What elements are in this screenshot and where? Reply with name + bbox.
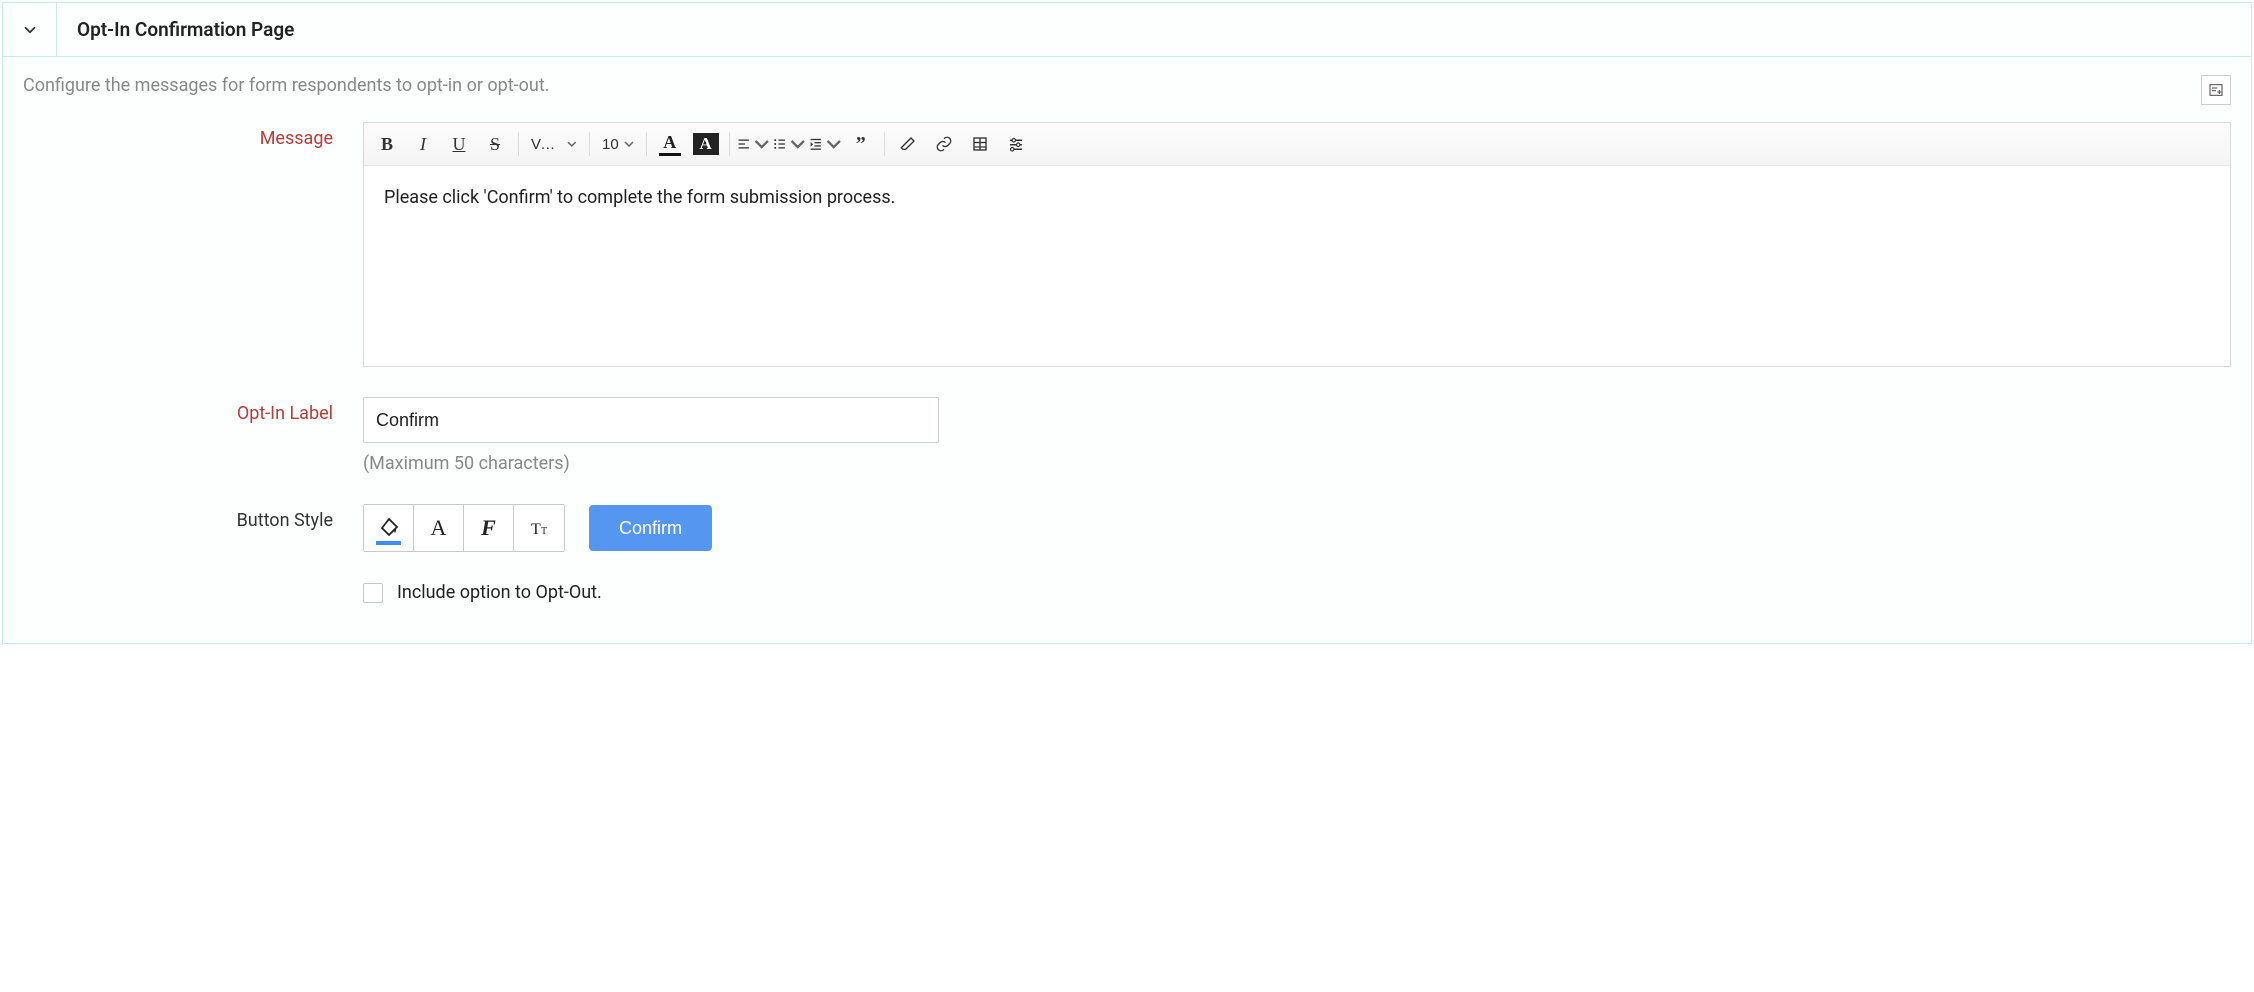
align-button[interactable] bbox=[736, 127, 770, 161]
svg-text:T: T bbox=[531, 521, 541, 538]
rich-text-editor: B I U S Ve… 10 bbox=[363, 122, 2231, 367]
optout-checkbox-label: Include option to Opt-Out. bbox=[397, 582, 602, 603]
text-color-indicator bbox=[659, 153, 681, 156]
font-style-button[interactable]: F bbox=[464, 505, 514, 551]
preview-confirm-button[interactable]: Confirm bbox=[589, 505, 712, 551]
toolbar-separator bbox=[589, 132, 590, 156]
active-indicator bbox=[376, 541, 401, 545]
quote-icon: ” bbox=[856, 133, 866, 156]
panel-title: Opt-In Confirmation Page bbox=[57, 18, 294, 41]
button-style-segmented: A F T T bbox=[363, 504, 565, 552]
chevron-down-icon bbox=[790, 135, 806, 153]
font-size-select[interactable]: 10 bbox=[596, 129, 640, 159]
strikethrough-button[interactable]: S bbox=[478, 127, 512, 161]
font-family-value: Ve… bbox=[531, 136, 562, 153]
button-style-label: Button Style bbox=[23, 504, 363, 531]
toolbar-separator bbox=[646, 132, 647, 156]
chevron-down-icon bbox=[624, 139, 634, 149]
italic-button[interactable]: I bbox=[406, 127, 440, 161]
font-color-button[interactable]: A bbox=[414, 505, 464, 551]
font-family-select[interactable]: Ve… bbox=[525, 129, 583, 159]
chevron-down-icon bbox=[21, 21, 39, 39]
link-icon bbox=[935, 135, 953, 153]
insert-field-button[interactable] bbox=[2201, 75, 2231, 105]
toolbar-separator bbox=[884, 132, 885, 156]
bold-button[interactable]: B bbox=[370, 127, 404, 161]
indent-button[interactable] bbox=[808, 127, 842, 161]
message-label: Message bbox=[23, 122, 363, 149]
eraser-icon bbox=[899, 135, 917, 153]
panel-description: Configure the messages for form responde… bbox=[23, 75, 2231, 96]
options-button[interactable] bbox=[999, 127, 1033, 161]
toolbar-separator bbox=[729, 132, 730, 156]
chevron-down-icon bbox=[826, 135, 842, 153]
toolbar-separator bbox=[518, 132, 519, 156]
paint-bucket-icon bbox=[377, 516, 401, 540]
optout-row: Include option to Opt-Out. bbox=[23, 582, 2231, 603]
text-size-icon: T T bbox=[527, 516, 551, 540]
sliders-icon bbox=[1007, 135, 1025, 153]
table-button[interactable] bbox=[963, 127, 997, 161]
underline-button[interactable]: U bbox=[442, 127, 476, 161]
chevron-down-icon bbox=[567, 139, 577, 149]
blockquote-button[interactable]: ” bbox=[844, 127, 878, 161]
optin-label-label: Opt-In Label bbox=[23, 397, 363, 424]
panel-header: Opt-In Confirmation Page bbox=[3, 3, 2251, 57]
table-icon bbox=[971, 135, 989, 153]
highlight-color-icon: A bbox=[693, 133, 719, 155]
list-button[interactable] bbox=[772, 127, 806, 161]
panel-body: Configure the messages for form responde… bbox=[3, 57, 2251, 643]
spacer bbox=[23, 582, 363, 588]
text-color-icon: A bbox=[663, 133, 676, 151]
optin-label-help: (Maximum 50 characters) bbox=[363, 453, 2231, 474]
font-size-button[interactable]: T T bbox=[514, 505, 564, 551]
indent-icon bbox=[808, 135, 824, 153]
insert-field-icon bbox=[2208, 82, 2224, 98]
highlight-color-button[interactable]: A bbox=[689, 127, 723, 161]
list-icon bbox=[772, 135, 788, 153]
collapse-toggle[interactable] bbox=[3, 3, 57, 57]
optin-confirmation-panel: Opt-In Confirmation Page Configure the m… bbox=[2, 2, 2252, 644]
svg-text:T: T bbox=[541, 526, 547, 537]
align-left-icon bbox=[736, 135, 752, 153]
text-color-button[interactable]: A bbox=[653, 127, 687, 161]
clear-format-button[interactable] bbox=[891, 127, 925, 161]
link-button[interactable] bbox=[927, 127, 961, 161]
optin-label-input[interactable] bbox=[363, 397, 939, 443]
optin-label-row: Opt-In Label (Maximum 50 characters) bbox=[23, 397, 2231, 474]
fill-color-button[interactable] bbox=[364, 505, 414, 551]
optout-checkbox[interactable] bbox=[363, 583, 383, 603]
message-row: Message B I U S Ve… bbox=[23, 122, 2231, 367]
button-style-row: Button Style A F bbox=[23, 504, 2231, 552]
chevron-down-icon bbox=[754, 135, 770, 153]
editor-toolbar: B I U S Ve… 10 bbox=[364, 123, 2230, 166]
message-textarea[interactable]: Please click 'Confirm' to complete the f… bbox=[364, 166, 2230, 366]
font-size-value: 10 bbox=[602, 136, 619, 153]
